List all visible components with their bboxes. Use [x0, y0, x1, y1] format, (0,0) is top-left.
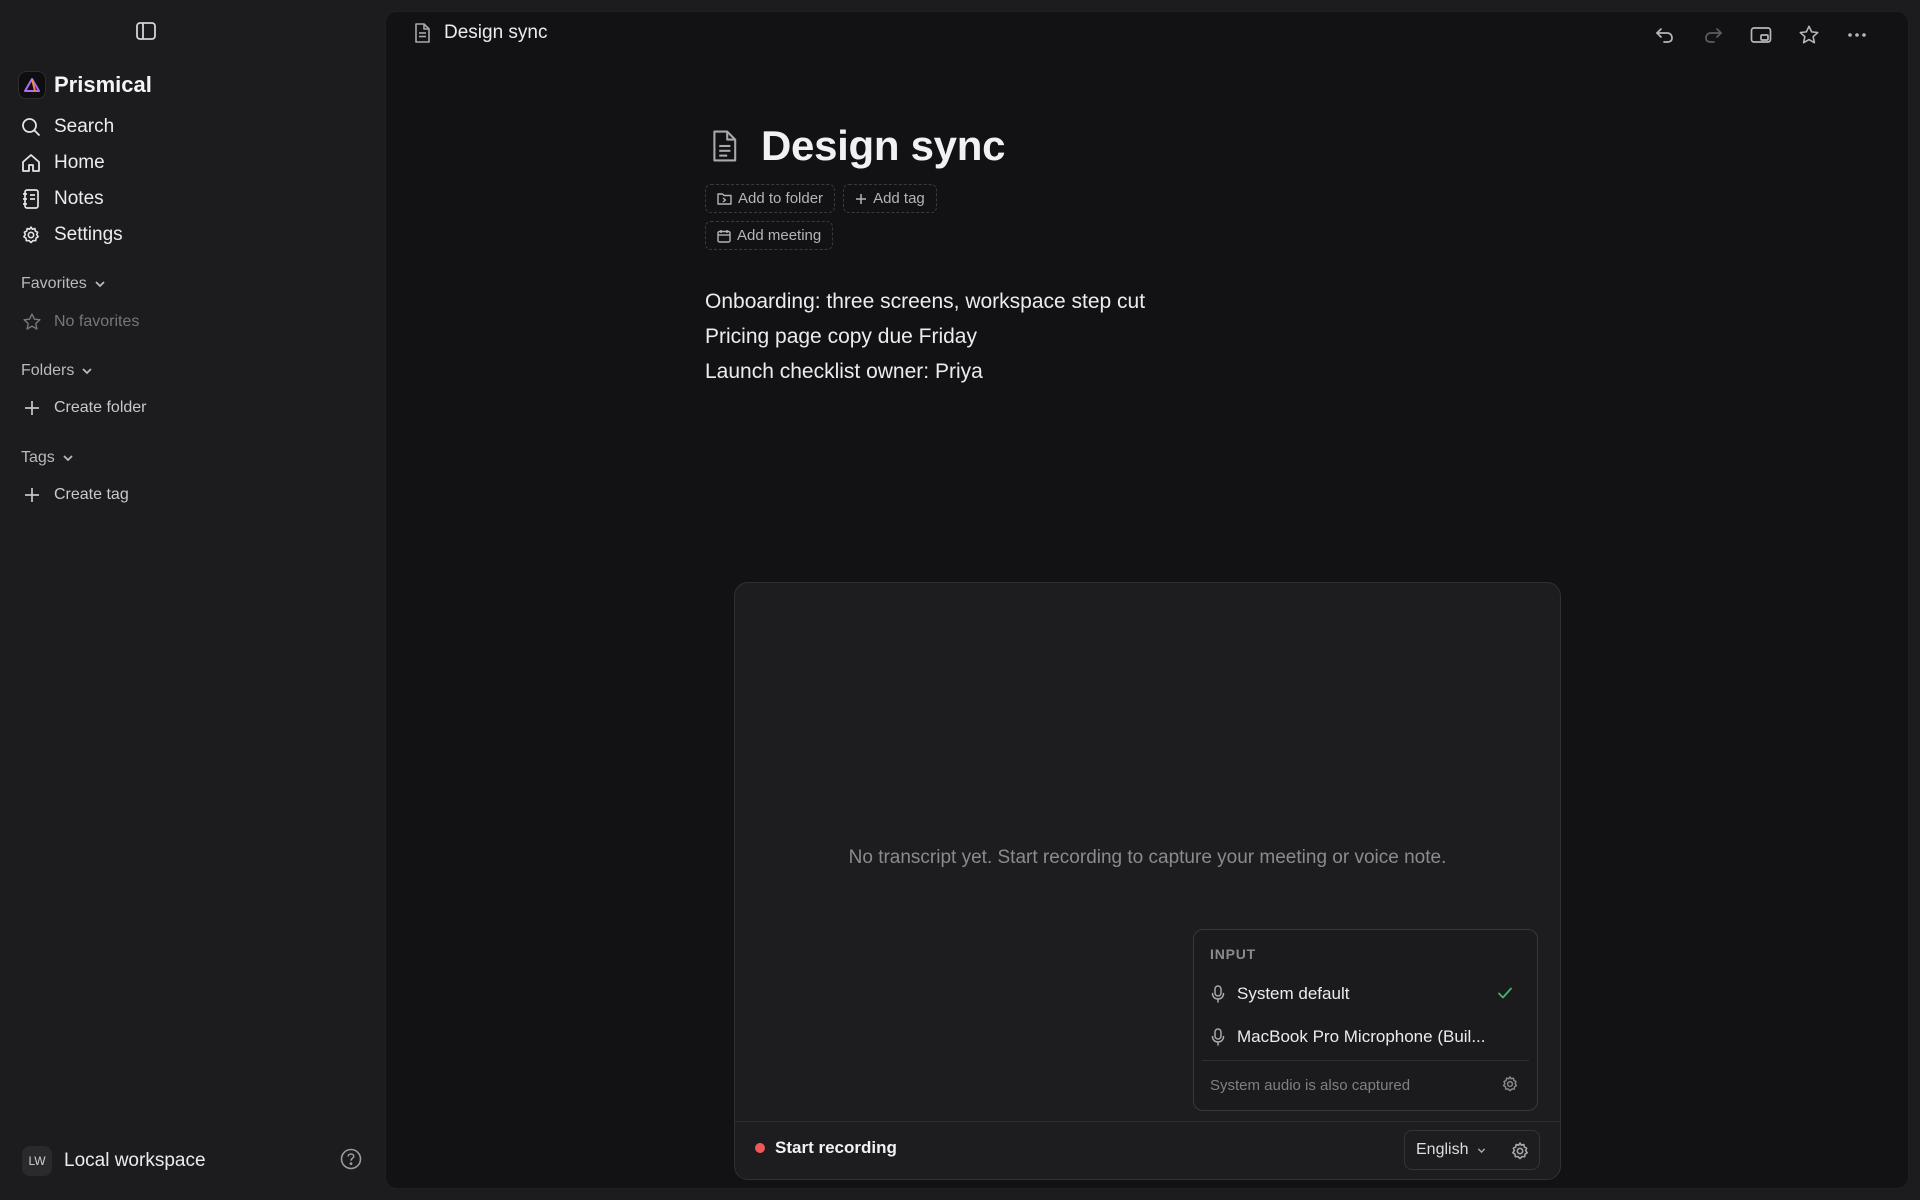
add-tag-label: Add tag	[873, 190, 925, 207]
add-to-folder-label: Add to folder	[738, 190, 824, 207]
document-title[interactable]: Design sync	[761, 122, 1005, 170]
plus-icon	[856, 193, 867, 204]
prism-logo-icon	[18, 71, 46, 99]
recording-bar: Start recording English	[735, 1121, 1560, 1179]
microphone-icon	[1211, 985, 1225, 1003]
note-body[interactable]: Onboarding: three screens, workspace ste…	[705, 284, 1605, 389]
search-icon	[20, 116, 42, 138]
input-option-label: MacBook Pro Microphone (Buil...	[1237, 1027, 1486, 1046]
sidebar-item-label: Home	[54, 152, 105, 173]
input-menu-heading: INPUT	[1210, 946, 1256, 962]
chevron-down-icon	[1478, 1147, 1486, 1153]
main-panel: Design sync Design sync Add to folder Ad…	[385, 11, 1909, 1189]
add-meeting-button[interactable]: Add meeting	[705, 221, 834, 250]
gear-icon	[20, 224, 42, 246]
favorites-label: Favorites	[21, 275, 87, 292]
undo-icon[interactable]	[1650, 22, 1680, 48]
workspace-name: Local workspace	[64, 1150, 206, 1171]
favorites-section-header[interactable]: Favorites	[21, 275, 107, 293]
start-recording-label: Start recording	[775, 1138, 897, 1157]
create-tag-label: Create tag	[54, 486, 129, 503]
microphone-icon	[1211, 1028, 1225, 1046]
chevron-down-icon	[82, 368, 92, 375]
plus-icon	[25, 401, 39, 415]
sidebar-item-label: Search	[54, 116, 115, 137]
input-device-menu: INPUT System default MacBook Pro Microph…	[1193, 929, 1538, 1111]
add-to-folder-button[interactable]: Add to folder	[705, 184, 836, 213]
topbar-actions	[1650, 22, 1872, 48]
brand-name: Prismical	[54, 72, 152, 97]
home-icon	[20, 152, 42, 174]
note-line: Launch checklist owner: Priya	[705, 360, 983, 383]
tags-label: Tags	[21, 449, 55, 466]
favorites-empty-label: No favorites	[54, 313, 140, 330]
plus-icon	[25, 488, 39, 502]
chevron-down-icon	[63, 455, 73, 462]
star-icon[interactable]	[1794, 22, 1824, 48]
folders-section-header[interactable]: Folders	[21, 362, 94, 380]
sidebar-item-label: Settings	[54, 224, 123, 245]
language-value: English	[1416, 1141, 1469, 1158]
transcript-empty-message: No transcript yet. Start recording to ca…	[848, 847, 1447, 868]
calendar-icon	[717, 229, 731, 243]
input-option-macbook-mic[interactable]: MacBook Pro Microphone (Buil...	[1202, 1019, 1529, 1055]
breadcrumb-title: Design sync	[444, 22, 548, 43]
transcript-panel: No transcript yet. Start recording to ca…	[734, 582, 1561, 1180]
gear-icon[interactable]	[1510, 1141, 1530, 1161]
document-icon	[415, 23, 430, 43]
record-dot-icon	[755, 1143, 765, 1153]
star-icon	[23, 313, 41, 330]
sidebar: Prismical Search Home Notes Settings Fav…	[0, 0, 384, 1200]
sidebar-nav: Search Home Notes Settings	[20, 109, 123, 253]
start-recording-button[interactable]: Start recording	[755, 1138, 897, 1158]
language-controls: English	[1404, 1130, 1540, 1170]
create-tag-button[interactable]: Create tag	[22, 483, 129, 507]
more-icon[interactable]	[1842, 22, 1872, 48]
document-chips: Add to folder Add tag Add meeting	[705, 184, 975, 250]
folders-label: Folders	[21, 362, 75, 379]
document: Design sync Add to folder Add tag Add me…	[705, 122, 1605, 389]
sidebar-item-label: Notes	[54, 188, 104, 209]
tags-section-header[interactable]: Tags	[21, 449, 75, 467]
help-icon[interactable]	[340, 1148, 364, 1172]
note-line: Pricing page copy due Friday	[705, 325, 977, 348]
divider	[1202, 1060, 1529, 1061]
breadcrumb: Design sync	[414, 22, 548, 44]
folder-icon	[717, 193, 732, 205]
audio-settings-gear-icon[interactable]	[1501, 1075, 1521, 1095]
add-meeting-label: Add meeting	[737, 227, 822, 244]
notes-icon	[20, 188, 42, 210]
note-line: Onboarding: three screens, workspace ste…	[705, 290, 1146, 313]
language-select[interactable]: English	[1405, 1131, 1487, 1169]
document-header: Design sync	[711, 122, 1605, 170]
checkmark-icon	[1498, 987, 1512, 999]
add-tag-button[interactable]: Add tag	[843, 184, 937, 213]
sidebar-toggle-icon[interactable]	[134, 19, 158, 43]
sidebar-item-notes[interactable]: Notes	[20, 181, 123, 217]
chevron-down-icon	[95, 281, 105, 288]
sidebar-item-search[interactable]: Search	[20, 109, 123, 145]
topbar: Design sync	[386, 12, 1908, 56]
favorites-empty: No favorites	[22, 310, 139, 334]
input-option-label: System default	[1237, 984, 1350, 1003]
input-option-system-default[interactable]: System default	[1202, 976, 1529, 1012]
redo-icon[interactable]	[1698, 22, 1728, 48]
brand[interactable]: Prismical	[18, 70, 152, 100]
create-folder-label: Create folder	[54, 399, 147, 416]
present-icon[interactable]	[1746, 22, 1776, 48]
create-folder-button[interactable]: Create folder	[22, 396, 147, 420]
sidebar-item-settings[interactable]: Settings	[20, 217, 123, 253]
sidebar-item-home[interactable]: Home	[20, 145, 123, 181]
workspace-switcher[interactable]: LW Local workspace	[22, 1146, 206, 1176]
system-audio-note: System audio is also captured	[1210, 1077, 1411, 1094]
document-icon	[713, 130, 737, 162]
avatar: LW	[22, 1146, 52, 1176]
